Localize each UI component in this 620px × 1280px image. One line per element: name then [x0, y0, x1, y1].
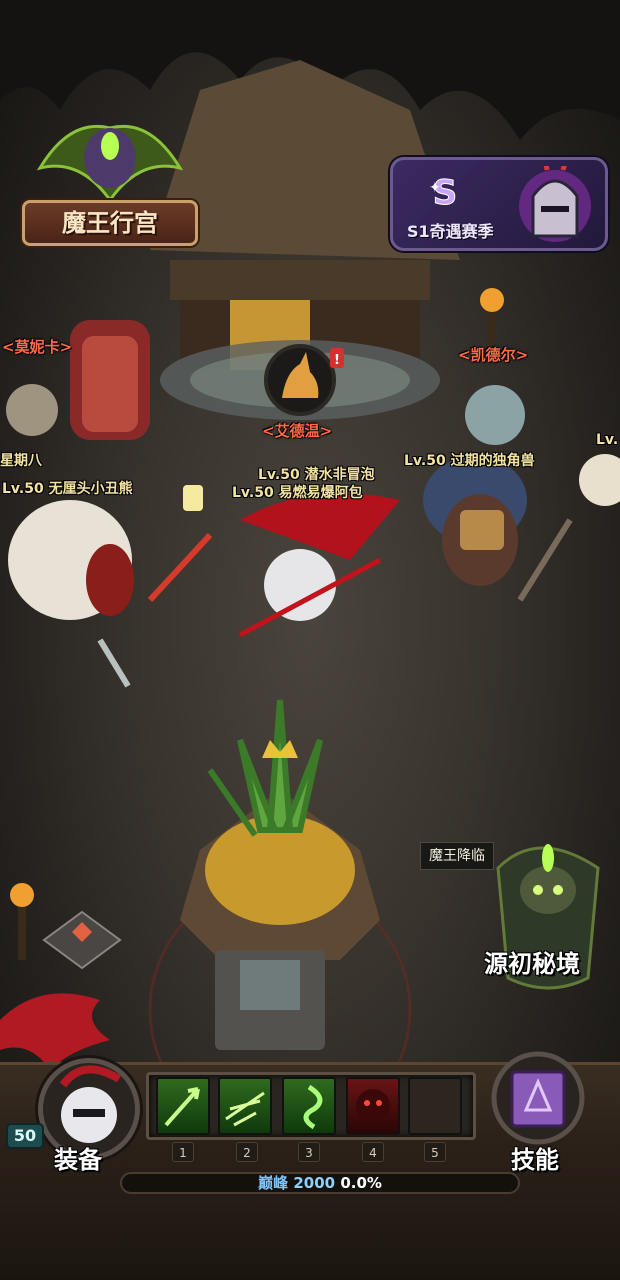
npc-name-edwin[interactable]: <艾德温>: [262, 420, 332, 441]
season-label: S1奇遇赛季: [407, 222, 494, 241]
slot-number-5: 5: [424, 1142, 446, 1162]
green-whirlwind-icon: [303, 1084, 323, 1130]
dog-npc-portrait-icon[interactable]: !: [262, 342, 346, 422]
peak-progress-bar: 巅峰 2000 0.0%: [120, 1172, 520, 1194]
svg-text:✦: ✦: [429, 180, 441, 196]
player-name-clown-bear[interactable]: Lv.50 无厘头小丑熊: [2, 478, 133, 498]
game-scene: 魔王行宫 S ✦ S1奇遇赛季 ! <莫妮卡> <艾德温> <凯德尔> 星期八 …: [0, 0, 620, 1280]
slot-number-1: 1: [172, 1142, 194, 1162]
slot-number-2: 2: [236, 1142, 258, 1162]
player-name-abao[interactable]: Lv.50 易燃易爆阿包: [232, 482, 363, 502]
skill-slot-1[interactable]: [156, 1077, 210, 1135]
demon-face-icon: [356, 1089, 390, 1123]
skill-button[interactable]: 技能: [511, 1140, 559, 1175]
npc-name-kaider[interactable]: <凯德尔>: [458, 344, 528, 365]
season-helmet-icon: [519, 166, 591, 242]
season-button[interactable]: S ✦ S1奇遇赛季: [390, 157, 608, 251]
palace-emblem-icon: [36, 124, 184, 203]
character-monica: [6, 384, 58, 436]
slot-number-3: 3: [298, 1142, 320, 1162]
diamond-waypoint-icon: [42, 910, 122, 970]
peak-progress-text: 巅峰 2000 0.0%: [122, 1174, 518, 1192]
character-right-edge: [579, 454, 620, 506]
character-dragon-knight: [238, 493, 400, 638]
demon-descend-badge: 魔王降临: [420, 842, 494, 870]
peak-percent: 0.0%: [340, 1174, 382, 1192]
green-burst-icon: [225, 1091, 265, 1127]
player-name-unicorn[interactable]: Lv.50 过期的独角兽: [404, 450, 535, 470]
slot-number-4: 4: [362, 1142, 384, 1162]
skill-slot-5-empty[interactable]: [408, 1077, 462, 1135]
equip-button[interactable]: 装备: [54, 1140, 102, 1175]
location-title: 魔王行宫: [22, 200, 198, 246]
origin-dungeon-label[interactable]: 源初秘境: [484, 944, 580, 979]
level-badge: 50: [6, 1123, 44, 1149]
season-s-icon: S ✦: [429, 173, 458, 214]
skill-slot-3[interactable]: [282, 1077, 336, 1135]
npc-name-monica[interactable]: <莫妮卡>: [2, 336, 72, 357]
player-name-diver[interactable]: Lv.50 潜水非冒泡: [258, 464, 375, 484]
player-name-edge[interactable]: Lv.: [596, 432, 618, 448]
player-name-xingqiba[interactable]: 星期八: [0, 450, 42, 470]
skill-slot-2[interactable]: [218, 1077, 272, 1135]
character-unicorn-warrior: [423, 385, 573, 602]
svg-text:!: !: [334, 353, 340, 368]
lantern-icon: [183, 485, 203, 511]
pineapple-boss-icon: [180, 699, 380, 1050]
green-arrow-icon: [164, 1087, 200, 1127]
red-dragon-pet: [0, 993, 110, 1070]
skill-slot-4[interactable]: [346, 1077, 400, 1135]
torch-left: [10, 883, 34, 960]
spellbook-icon[interactable]: [480, 1050, 598, 1148]
character-clown-bear: [8, 500, 213, 688]
peak-value: 2000: [293, 1174, 336, 1192]
peak-label: 巅峰: [258, 1174, 289, 1192]
